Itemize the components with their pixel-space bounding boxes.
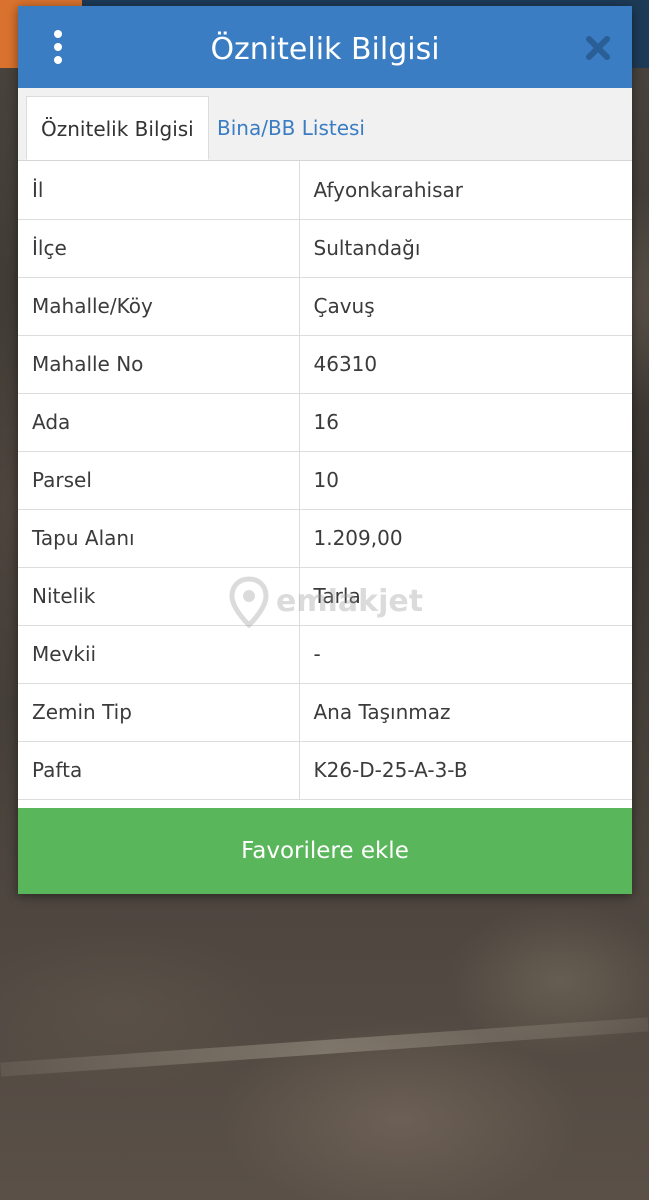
attribute-value: 16 <box>299 393 632 452</box>
tab-bar: Öznitelik Bilgisi Bina/BB Listesi <box>18 88 632 161</box>
attribute-value: 10 <box>299 451 632 510</box>
table-row: Mevkii - <box>18 625 632 684</box>
attribute-key: Nitelik <box>18 567 300 626</box>
attribute-value: Tarla <box>299 567 632 626</box>
table-row: Mahalle No 46310 <box>18 335 632 394</box>
attribute-value: Sultandağı <box>299 219 632 278</box>
dialog-title: Öznitelik Bilgisi <box>210 32 440 67</box>
attribute-key: Mahalle No <box>18 335 300 394</box>
table-row: Mahalle/Köy Çavuş <box>18 277 632 336</box>
attribute-key: İl <box>18 161 300 220</box>
attribute-value: 1.209,00 <box>299 509 632 568</box>
table-row: Zemin Tip Ana Taşınmaz <box>18 683 632 742</box>
attribute-value: 46310 <box>299 335 632 394</box>
table-row: İlçe Sultandağı <box>18 219 632 278</box>
table-row: Pafta K26-D-25-A-3-B <box>18 741 632 800</box>
table-row: Nitelik Tarla <box>18 567 632 626</box>
add-to-favorites-button[interactable]: Favorilere ekle <box>18 808 632 894</box>
table-row: Parsel 10 <box>18 451 632 510</box>
attribute-key: İlçe <box>18 219 300 278</box>
attribute-key: Zemin Tip <box>18 683 300 742</box>
attribute-value: Afyonkarahisar <box>299 161 632 220</box>
attribute-value: Ana Taşınmaz <box>299 683 632 742</box>
attribute-key: Mevkii <box>18 625 300 684</box>
close-icon[interactable] <box>584 34 612 62</box>
tab-building-list[interactable]: Bina/BB Listesi <box>203 96 379 160</box>
attribute-key: Pafta <box>18 741 300 800</box>
table-row: İl Afyonkarahisar <box>18 161 632 220</box>
attribute-key: Ada <box>18 393 300 452</box>
attribute-key: Mahalle/Köy <box>18 277 300 336</box>
attribute-table: İl Afyonkarahisar İlçe Sultandağı Mahalle/Kö… <box>18 161 632 800</box>
attribute-value: K26-D-25-A-3-B <box>299 741 632 800</box>
attribute-value: Çavuş <box>299 277 632 336</box>
attribute-key: Parsel <box>18 451 300 510</box>
attribute-dialog: Öznitelik Bilgisi Öznitelik Bilgisi Bina… <box>18 6 632 894</box>
attribute-value: - <box>299 625 632 684</box>
table-row: Tapu Alanı 1.209,00 <box>18 509 632 568</box>
table-row: Ada 16 <box>18 393 632 452</box>
dialog-header: Öznitelik Bilgisi <box>18 6 632 88</box>
attribute-key: Tapu Alanı <box>18 509 300 568</box>
tab-attribute-info[interactable]: Öznitelik Bilgisi <box>26 96 209 160</box>
